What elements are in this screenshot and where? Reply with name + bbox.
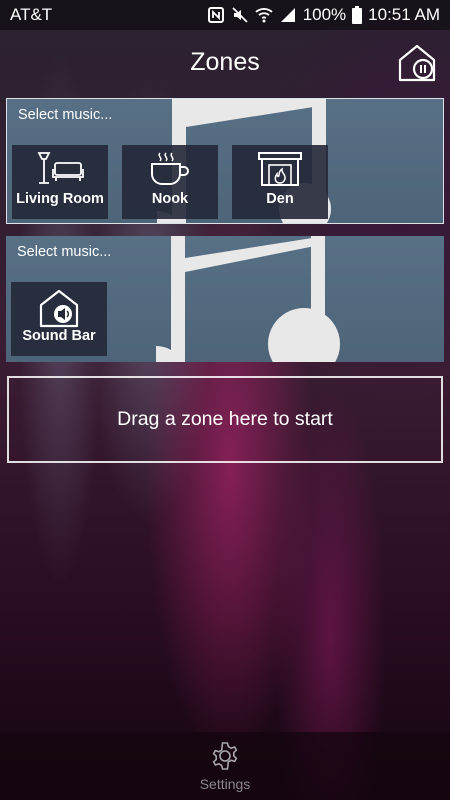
carrier-label: AT&T xyxy=(10,5,53,24)
select-music-label[interactable]: Select music... xyxy=(18,107,112,123)
zone-label: Sound Bar xyxy=(22,328,96,344)
battery-icon xyxy=(352,6,363,24)
clock: 10:51 AM xyxy=(368,5,440,24)
zone-group-1[interactable]: Select music... Living Room Nook Den xyxy=(6,98,444,224)
zone-group-2[interactable]: Select music... Sound Bar xyxy=(6,236,444,362)
status-bar: AT&T 100% 10:51 AM xyxy=(0,0,450,30)
drop-zone[interactable]: Drag a zone here to start xyxy=(7,376,443,463)
home-speaker-icon xyxy=(39,289,79,328)
wifi-icon xyxy=(255,8,273,23)
zone-label: Nook xyxy=(151,191,189,207)
page-title: Zones xyxy=(190,48,260,76)
header: Zones xyxy=(0,30,450,95)
settings-button[interactable]: Settings xyxy=(199,740,251,792)
status-icons: 100% 10:51 AM xyxy=(207,5,440,25)
zone-label: Living Room xyxy=(16,191,104,207)
drop-zone-text: Drag a zone here to start xyxy=(117,408,333,430)
battery-percent: 100% xyxy=(302,5,347,24)
gear-icon xyxy=(212,742,238,770)
music-note-icon xyxy=(156,236,340,362)
coffee-cup-icon xyxy=(151,152,189,185)
fireplace-icon xyxy=(258,152,302,186)
zone-tile-nook[interactable]: Nook xyxy=(122,145,218,219)
mute-icon xyxy=(232,7,248,23)
zone-label: Den xyxy=(266,191,294,207)
bottom-bar: Settings xyxy=(0,732,450,800)
zone-tile-sound-bar[interactable]: Sound Bar xyxy=(11,282,107,356)
select-music-label[interactable]: Select music... xyxy=(17,244,111,260)
zone-tile-den[interactable]: Den xyxy=(232,145,328,219)
nfc-icon xyxy=(207,7,224,23)
settings-label: Settings xyxy=(199,776,251,792)
zone-tile-living-room[interactable]: Living Room xyxy=(12,145,108,219)
signal-icon xyxy=(280,8,295,22)
home-pause-icon[interactable] xyxy=(396,42,438,84)
couch-lamp-icon xyxy=(37,152,84,184)
